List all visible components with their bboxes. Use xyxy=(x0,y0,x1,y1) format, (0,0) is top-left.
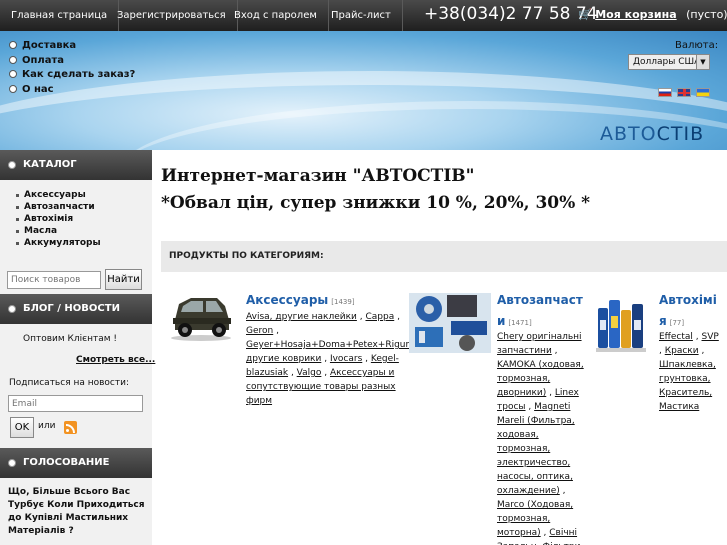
site-logo[interactable]: АВТОСТІВ xyxy=(600,123,704,145)
bullet-icon xyxy=(9,85,17,93)
autoparts-image[interactable] xyxy=(407,287,493,357)
rss-icon[interactable] xyxy=(64,421,77,434)
cart-status: (пусто) xyxy=(686,8,727,21)
nav-register-link[interactable]: Зарегистрироваться xyxy=(106,0,238,31)
category-autochemistry[interactable]: Автохімія xyxy=(15,214,73,224)
bullet-icon xyxy=(9,41,17,49)
product-link[interactable]: Avisa, другие наклейки xyxy=(246,312,357,322)
chevron-down-icon[interactable]: ▼ xyxy=(696,55,709,69)
page-title: Интернет-магазин "АВТОСТІВ" *Обвал цін, … xyxy=(161,166,591,213)
phone-number: +38(034)2 77 58 74 xyxy=(424,4,598,24)
bullet-icon xyxy=(9,70,17,78)
top-nav-bar: Главная страница Зарегистрироваться Вход… xyxy=(0,0,727,31)
blog-heading: БЛОГ / НОВОСТИ xyxy=(0,294,152,324)
or-label: или xyxy=(38,421,56,431)
product-link[interactable]: SVP xyxy=(702,332,719,342)
category-accessories[interactable]: Аксессуары xyxy=(16,190,86,200)
poll-question: Що, Більше Всього Вас Турбує Коли Приход… xyxy=(8,487,145,536)
search-button[interactable]: Найти xyxy=(105,269,142,290)
bullet-icon xyxy=(8,459,16,467)
bullet-icon xyxy=(8,161,16,169)
nav-pricelist-link[interactable]: Прайс-лист xyxy=(320,0,403,31)
category-oils[interactable]: Масла xyxy=(15,226,57,236)
currency-select[interactable]: Доллары США ▼ xyxy=(628,54,710,70)
product-links-autochemistry: Effectal , SVP , Краски , Шпаклевка, гру… xyxy=(659,332,719,412)
cart-link[interactable]: Моя корзина xyxy=(595,8,676,21)
autochemistry-image[interactable] xyxy=(596,290,646,356)
product-link[interactable]: Magneti Mareli (Фильтра, ходовая, тормоз… xyxy=(497,402,575,496)
product-links-accessories: Avisa, другие наклейки , Cappa , Geron ,… xyxy=(246,312,415,406)
flag-en-icon[interactable] xyxy=(677,88,691,97)
product-link[interactable]: Geron xyxy=(246,326,273,336)
info-link-delivery[interactable]: Доставка xyxy=(9,40,76,51)
product-links-autoparts: Chery оригінальні запчастини , KAMOKA (х… xyxy=(497,330,587,545)
header-banner: Доставка Оплата Как сделать заказ? О нас… xyxy=(0,31,727,150)
email-field[interactable] xyxy=(8,395,143,412)
cart-widget: 🛒 Моя корзина (пусто) xyxy=(578,8,727,21)
category-batteries[interactable]: Аккумуляторы xyxy=(16,238,101,248)
poll-heading: ГОЛОСОВАНИЕ xyxy=(0,448,152,478)
category-autoparts[interactable]: Автозапчасти xyxy=(16,202,95,212)
product-link[interactable]: Ivocars xyxy=(330,354,362,364)
nav-home-link[interactable]: Главная страница xyxy=(0,0,120,31)
product-link[interactable]: Valgo xyxy=(297,368,322,378)
subscribe-label: Подписаться на новости: xyxy=(9,378,129,388)
products-header: ПРОДУКТЫ ПО КАТЕГОРИЯМ: xyxy=(161,241,727,272)
product-title-autochemistry[interactable]: Автохімі я [77] xyxy=(659,290,717,334)
product-link[interactable]: Шпаклевка, грунтовка, Краситель, Мастика xyxy=(659,360,716,412)
accessories-car-image[interactable] xyxy=(169,290,233,342)
news-more-link[interactable]: Смотреть все... xyxy=(76,355,155,365)
bullet-icon xyxy=(8,305,16,313)
info-link-payment[interactable]: Оплата xyxy=(9,55,64,66)
product-link[interactable]: Краски xyxy=(665,346,699,356)
product-link[interactable]: Chery оригінальні запчастини xyxy=(497,332,582,356)
cart-icon[interactable]: 🛒 xyxy=(578,8,592,21)
info-link-about[interactable]: О нас xyxy=(9,84,54,95)
info-link-how-to-order[interactable]: Как сделать заказ? xyxy=(9,69,135,80)
catalog-heading: КАТАЛОГ xyxy=(0,150,152,180)
product-link[interactable]: Cappa xyxy=(365,312,394,322)
bullet-icon xyxy=(9,56,17,64)
news-item[interactable]: Оптовим Клієнтам ! xyxy=(23,334,117,344)
nav-login-link[interactable]: Вход с паролем xyxy=(223,0,329,31)
product-link[interactable]: Effectal xyxy=(659,332,693,342)
flag-ru-icon[interactable] xyxy=(658,88,672,97)
currency-label: Валюта: xyxy=(675,40,719,51)
search-input[interactable] xyxy=(7,271,101,289)
product-title-autoparts[interactable]: Автозапчаст и [1471] xyxy=(497,290,583,334)
subscribe-ok-button[interactable]: OK xyxy=(10,417,34,438)
flag-ua-icon[interactable] xyxy=(696,88,710,97)
